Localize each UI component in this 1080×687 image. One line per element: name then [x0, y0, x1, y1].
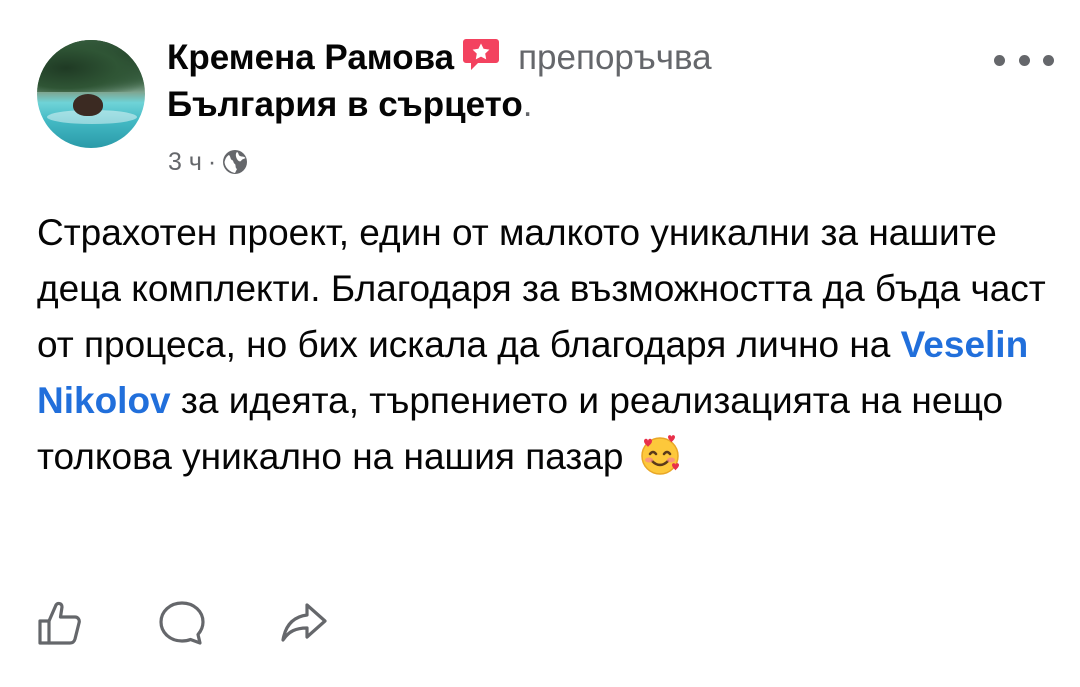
post-actions: [34, 597, 400, 653]
more-dot: [994, 54, 1005, 66]
avatar-trees: [37, 40, 145, 92]
share-button[interactable]: [278, 599, 330, 651]
share-icon: [279, 599, 329, 652]
comment-button[interactable]: [156, 599, 208, 651]
post-header: Кремена Рамова препоръчва: [167, 36, 712, 80]
smiling-face-with-hearts-icon: [638, 433, 682, 477]
thumbs-up-icon: [36, 599, 84, 652]
post-text-start: Страхотен проект, един от малкото уникал…: [37, 212, 1046, 365]
post-text-end: за идеята, търпението и реализацията на …: [37, 380, 1004, 477]
more-dot: [1043, 54, 1054, 66]
comment-icon: [157, 599, 207, 652]
recommended-page: България в сърцето .: [167, 83, 532, 127]
recommend-action-text: препоръчва: [518, 38, 712, 77]
globe-icon[interactable]: [222, 149, 248, 175]
flag-icon: [462, 36, 500, 72]
avatar[interactable]: [37, 40, 145, 148]
like-button[interactable]: [34, 599, 86, 651]
avatar-person: [73, 94, 103, 116]
more-dot: [1018, 54, 1030, 66]
page-name-period: .: [522, 85, 533, 124]
author-name[interactable]: Кремена Рамова: [167, 38, 454, 78]
more-options-button[interactable]: [994, 46, 1054, 74]
post-meta: 3 ч ·: [168, 146, 248, 178]
post-body: Страхотен проект, един от малкото уникал…: [37, 205, 1057, 485]
post-card: Кремена Рамова препоръчва България в сър…: [0, 0, 1080, 687]
meta-separator: ·: [207, 147, 217, 176]
page-name-link[interactable]: България в сърцето: [167, 85, 523, 125]
post-time[interactable]: 3 ч: [168, 148, 202, 177]
